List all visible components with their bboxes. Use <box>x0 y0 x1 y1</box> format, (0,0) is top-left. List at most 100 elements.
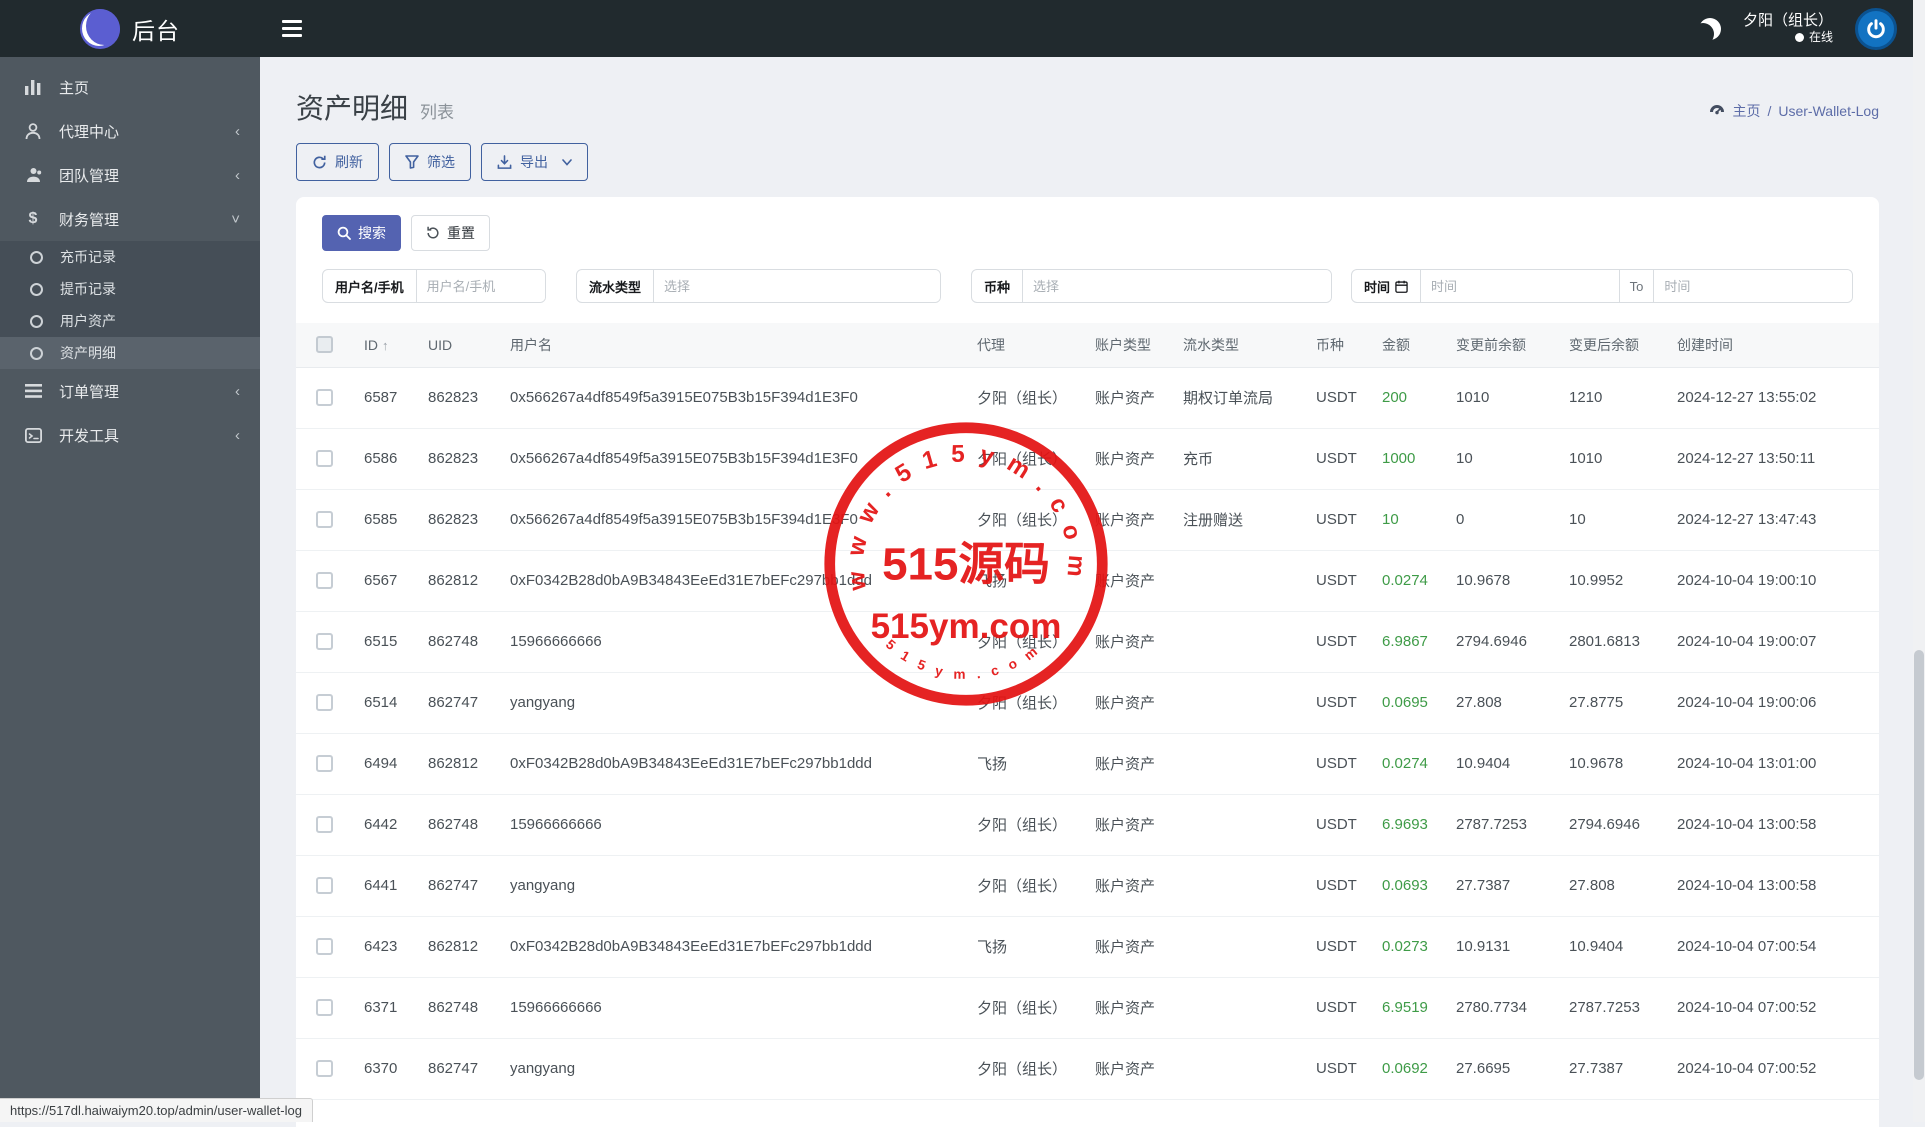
currency-field-label: 币种 <box>972 270 1024 302</box>
brand-title: 后台 <box>132 17 180 44</box>
chart-bars-icon <box>22 79 44 95</box>
sidebar-item-user-assets[interactable]: 用户资产 <box>0 305 260 337</box>
table-row: 6585 862823 0x566267a4df8549f5a3915E075B… <box>296 489 1879 551</box>
cell-uid: 862747 <box>420 672 502 734</box>
cell-username: 0x566267a4df8549f5a3915E075B3b15F394d1E3… <box>502 489 969 551</box>
refresh-button[interactable]: 刷新 <box>296 143 379 181</box>
cell-before-balance: 10 <box>1448 428 1561 490</box>
cell-currency: USDT <box>1308 794 1374 856</box>
logout-power-button[interactable] <box>1855 7 1897 50</box>
cell-flow-type <box>1175 550 1308 612</box>
sidebar-item-dev-tools[interactable]: 开发工具 ‹ <box>0 413 260 457</box>
app-logo-icon <box>80 8 120 49</box>
cell-currency: USDT <box>1308 611 1374 673</box>
cell-currency: USDT <box>1308 489 1374 551</box>
cell-flow-type <box>1175 1038 1308 1100</box>
sidebar-item-label: 财务管理 <box>59 211 120 229</box>
cell-currency: USDT <box>1308 733 1374 795</box>
row-checkbox[interactable] <box>316 633 333 650</box>
brand[interactable]: 后台 <box>0 0 260 57</box>
cell-amount: 200 <box>1374 367 1448 429</box>
cell-after-balance: 27.808 <box>1561 855 1669 917</box>
currency-select[interactable] <box>1023 270 1331 302</box>
refresh-icon <box>313 155 326 168</box>
search-button[interactable]: 搜索 <box>322 215 401 251</box>
row-checkbox[interactable] <box>316 999 333 1016</box>
sidebar-toggle-button[interactable] <box>282 19 308 39</box>
cell-amount: 1000 <box>1374 428 1448 490</box>
flow-type-select[interactable] <box>654 270 940 302</box>
cell-agent: 夕阳（组长） <box>969 794 1087 856</box>
user-menu[interactable]: 夕阳（组长） 在线 <box>1743 12 1833 46</box>
select-all-checkbox[interactable] <box>316 336 333 354</box>
sort-asc-icon: ↑ <box>382 337 389 353</box>
sidebar-item-deposit-records[interactable]: 充币记录 <box>0 241 260 273</box>
page-scrollbar-thumb[interactable] <box>1914 650 1924 1080</box>
export-button[interactable]: 导出 <box>481 143 588 181</box>
cell-agent: 夕阳（组长） <box>969 672 1087 734</box>
row-checkbox[interactable] <box>316 1060 333 1077</box>
user-status-label: 在线 <box>1808 30 1833 45</box>
row-checkbox[interactable] <box>316 877 333 894</box>
filter-button[interactable]: 筛选 <box>389 143 471 181</box>
row-checkbox[interactable] <box>316 450 333 467</box>
reset-button[interactable]: 重置 <box>411 215 490 251</box>
cell-after-balance: 27.8775 <box>1561 672 1669 734</box>
cell-username: 15966666666 <box>502 611 969 673</box>
header-id[interactable]: ID ↑ <box>356 323 420 368</box>
cell-flow-type: 注册赠送 <box>1175 489 1308 551</box>
cell-username: 0x566267a4df8549f5a3915E075B3b15F394d1E3… <box>502 428 969 490</box>
cell-id: 6494 <box>356 733 420 795</box>
cell-username: 15966666666 <box>502 977 969 1039</box>
power-icon <box>1867 18 1885 38</box>
table-row: 6370 862747 yangyang 夕阳（组长） 账户资产 USDT 0.… <box>296 1038 1879 1100</box>
row-checkbox[interactable] <box>316 389 333 406</box>
filter-label: 筛选 <box>427 154 455 170</box>
cell-flow-type <box>1175 916 1308 978</box>
radio-circle-icon <box>30 346 43 360</box>
sidebar-item-label: 团队管理 <box>59 167 120 185</box>
breadcrumb-home-link[interactable]: 主页 <box>1732 101 1760 121</box>
header-account-type: 账户类型 <box>1087 323 1175 368</box>
sidebar-item-withdraw-records[interactable]: 提币记录 <box>0 273 260 305</box>
sidebar-item-asset-details[interactable]: 资产明细 <box>0 337 260 369</box>
cell-account-type: 账户资产 <box>1087 367 1175 429</box>
sidebar-item-finance-management[interactable]: $ 财务管理 ˅ <box>0 197 260 241</box>
radio-circle-icon <box>30 282 43 296</box>
sidebar: 主页 代理中心 ‹ 团队管理 ‹ $ 财务管理 ˅ 充币记录 提币记录 用户资产 <box>0 57 260 1122</box>
row-checkbox[interactable] <box>316 938 333 955</box>
cell-after-balance: 10.9678 <box>1561 733 1669 795</box>
sidebar-item-team-management[interactable]: 团队管理 ‹ <box>0 153 260 197</box>
cell-account-type: 账户资产 <box>1087 1038 1175 1100</box>
cell-account-type: 账户资产 <box>1087 672 1175 734</box>
row-checkbox[interactable] <box>316 755 333 772</box>
sidebar-item-order-management[interactable]: 订单管理 ‹ <box>0 369 260 413</box>
page-subtitle: 列表 <box>420 103 455 122</box>
cell-agent: 夕阳（组长） <box>969 977 1087 1039</box>
row-checkbox[interactable] <box>316 511 333 528</box>
time-to-input[interactable] <box>1654 270 1852 302</box>
header-amount: 金额 <box>1374 323 1448 368</box>
sidebar-item-label: 开发工具 <box>59 427 120 445</box>
cell-created-time: 2024-10-04 07:00:52 <box>1669 977 1879 1039</box>
sidebar-item-home[interactable]: 主页 <box>0 65 260 109</box>
row-checkbox[interactable] <box>316 572 333 589</box>
sidebar-item-agent-center[interactable]: 代理中心 ‹ <box>0 109 260 153</box>
table-body: 6587 862823 0x566267a4df8549f5a3915E075B… <box>296 367 1879 1100</box>
cell-created-time: 2024-10-04 07:00:54 <box>1669 916 1879 978</box>
cell-before-balance: 1010 <box>1448 367 1561 429</box>
dollar-icon: $ <box>28 210 38 227</box>
cell-id: 6515 <box>356 611 420 673</box>
asset-log-table: ID ↑ UID 用户名 代理 账户类型 流水类型 币种 金额 变更前余额 变更后… <box>296 323 1879 1100</box>
time-from-input[interactable] <box>1421 270 1619 302</box>
cell-created-time: 2024-12-27 13:55:02 <box>1669 367 1879 429</box>
table-header-row: ID ↑ UID 用户名 代理 账户类型 流水类型 币种 金额 变更前余额 变更后… <box>296 323 1879 368</box>
refresh-label: 刷新 <box>335 154 363 170</box>
row-checkbox[interactable] <box>316 816 333 833</box>
cell-created-time: 2024-10-04 19:00:07 <box>1669 611 1879 673</box>
dark-mode-moon-icon[interactable] <box>1699 18 1721 40</box>
username-input[interactable] <box>416 270 545 302</box>
cell-flow-type <box>1175 733 1308 795</box>
cell-uid: 862747 <box>420 855 502 917</box>
row-checkbox[interactable] <box>316 694 333 711</box>
